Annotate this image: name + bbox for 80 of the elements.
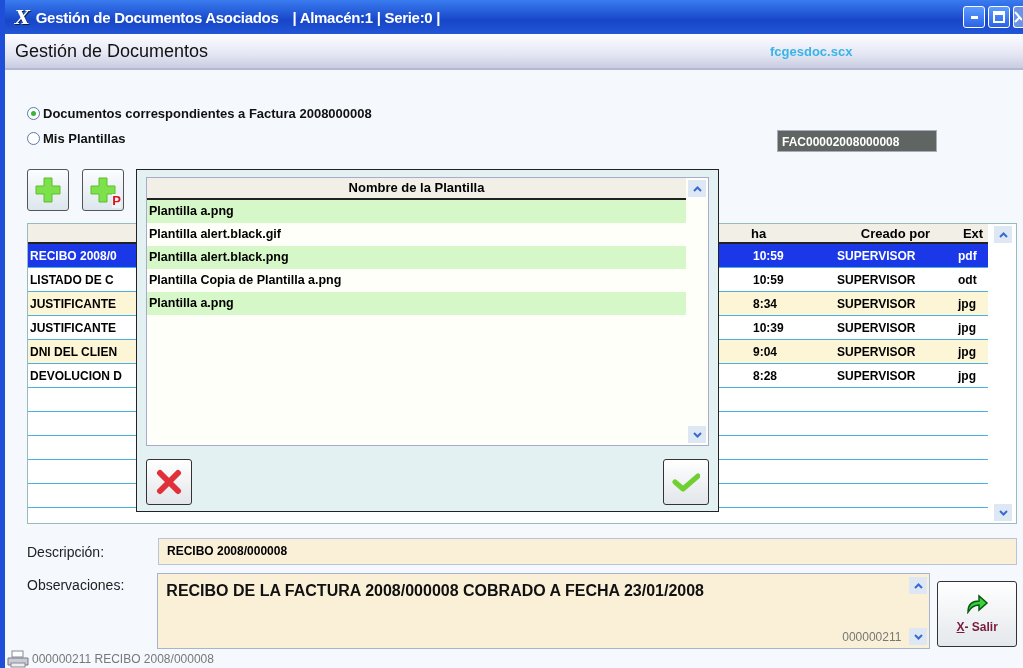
table-cell-text: JUSTIFICANTE — [29, 320, 117, 335]
column-header[interactable]: ha — [745, 225, 827, 241]
app-logo: X — [15, 6, 30, 28]
radio-option[interactable]: Documentos correspondientes a Factura 2008000008 — [27, 106, 777, 121]
window-context: | Almacén:1 | Serie:0 | — [292, 8, 441, 26]
radio-button[interactable] — [27, 132, 40, 145]
field-label: Observaciones: — [27, 577, 126, 593]
chevron-up-icon — [998, 231, 1008, 238]
radio-button[interactable] — [27, 107, 40, 120]
reference-field: FAC00002008000008 — [777, 130, 937, 152]
field-label: Descripción: — [27, 543, 106, 560]
chevron-down-icon — [998, 509, 1008, 516]
template-row[interactable]: Plantilla a.png — [147, 200, 686, 223]
window-title: Gestión de Documentos Asociados — [35, 8, 279, 26]
template-row[interactable]: Plantilla Copia de Plantilla a.png — [147, 269, 686, 292]
observations-text: RECIBO DE LA FACTURA 2008/000008 COBRADO A FECHA 23/01/2008 — [166, 582, 704, 600]
template-row[interactable]: Plantilla alert.black.gif — [147, 223, 686, 246]
plus-icon — [33, 175, 63, 205]
letter-label: P — [112, 194, 121, 208]
table-cell-text: JUSTIFICANTE — [29, 296, 117, 311]
scroll-up-button[interactable] — [688, 180, 706, 197]
table-cell-text: pdf — [957, 248, 978, 263]
chevron-up-icon — [913, 582, 923, 589]
table-cell-text: jpg — [956, 296, 977, 311]
table-cell-text: SUPERVISOR — [836, 368, 917, 383]
minimize-icon — [970, 15, 978, 19]
radio-label: Mis Plantillas — [43, 131, 126, 146]
column-header[interactable]: Ext — [954, 225, 988, 241]
radio-option[interactable]: Mis Plantillas — [27, 131, 777, 146]
exit-button[interactable]: X- Salir — [937, 581, 1017, 647]
scroll-up-button[interactable] — [909, 577, 928, 594]
cancel-button[interactable] — [146, 459, 192, 505]
accept-button[interactable] — [663, 459, 709, 505]
table-cell-text: 9:04 — [752, 344, 779, 359]
arrow-icon — [965, 594, 990, 614]
minimize-button[interactable] — [963, 6, 985, 28]
table-cell-text: 8:28 — [752, 368, 779, 383]
checkmark-icon — [672, 472, 700, 492]
table-cell-text: DNI DEL CLIEN — [29, 344, 119, 359]
table-cell-text: DEVOLUCION D — [29, 368, 123, 383]
table-cell-text: RECIBO 2008/0 — [29, 248, 118, 263]
table-cell-text: jpg — [956, 368, 977, 383]
form-title: Gestión de Documentos — [15, 40, 210, 62]
maximize-icon — [993, 11, 1005, 23]
table-cell-text: SUPERVISOR — [836, 296, 917, 311]
close-button[interactable] — [1013, 6, 1023, 28]
description-field[interactable]: RECIBO 2008/000008 — [158, 538, 1017, 565]
column-header[interactable]: Nombre de la Plantilla — [147, 178, 686, 200]
observations-field[interactable]: RECIBO DE LA FACTURA 2008/000008 COBRADO A FECHA 23/01/2008 000000211 — [157, 573, 931, 649]
scroll-up-button[interactable] — [994, 226, 1012, 243]
table-cell-text: SUPERVISOR — [836, 248, 917, 263]
close-icon — [1014, 11, 1022, 23]
form-file-name: fcgesdoc.scx — [770, 43, 853, 59]
table-cell-text: SUPERVISOR — [836, 320, 917, 335]
scroll-down-button[interactable] — [994, 504, 1012, 521]
table-cell-text: 10:59 — [752, 248, 785, 263]
add-template-button[interactable]: P — [82, 169, 124, 211]
chevron-down-icon — [692, 431, 702, 438]
record-number: 000000211 — [842, 630, 902, 644]
maximize-button[interactable] — [988, 6, 1010, 28]
scroll-down-button[interactable] — [909, 628, 928, 645]
table-cell-text: jpg — [956, 320, 977, 335]
status-text: 000000211 RECIBO 2008/000008 — [32, 652, 214, 666]
table-cell-text: LISTADO DE C — [29, 272, 115, 287]
table-cell-text: SUPERVISOR — [836, 344, 917, 359]
cross-icon — [156, 469, 182, 495]
template-row[interactable]: Plantilla alert.black.png — [147, 246, 686, 269]
table-cell-text: SUPERVISOR — [836, 272, 917, 287]
table-cell-text: odt — [957, 272, 978, 287]
table-cell-text: 10:39 — [752, 320, 785, 335]
chevron-up-icon — [692, 185, 702, 192]
scroll-down-button[interactable] — [688, 426, 706, 443]
chevron-down-icon — [913, 633, 923, 640]
column-header[interactable]: Creado por — [827, 225, 954, 241]
template-row[interactable]: Plantilla a.png — [147, 292, 686, 315]
radio-label: Documentos correspondientes a Factura 2008000008 — [43, 106, 372, 121]
table-cell-text: 8:34 — [752, 296, 779, 311]
add-button[interactable] — [27, 169, 69, 211]
table-cell-text: 10:59 — [752, 272, 785, 287]
table-cell-text: jpg — [956, 344, 977, 359]
